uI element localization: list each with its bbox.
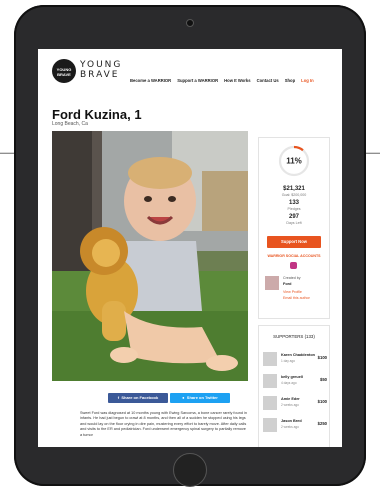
share-facebook-button[interactable]: f Share on Facebook	[108, 393, 168, 403]
social-accounts-label: WARRIOR SOCIAL ACCOUNTS	[267, 254, 321, 258]
share-facebook-label: Share on Facebook	[121, 395, 159, 400]
avatar	[263, 396, 277, 410]
supporter-name: Amie Eder	[281, 397, 300, 401]
supporter-amount: $100	[317, 399, 327, 404]
nav-contact-us[interactable]: Contact Us	[257, 78, 279, 83]
supporter-row: Jason Bred 2 weeks ago $250	[263, 418, 327, 434]
share-twitter-label: Share on Twitter	[186, 395, 218, 400]
nav-support-warrior[interactable]: Support a WARRIOR	[177, 78, 218, 83]
supporter-row: Karen Chaddenton 1 day ago $100	[263, 352, 327, 368]
supporter-row: kelly greuell 4 days ago $50	[263, 374, 327, 390]
pledges-label: Pledges	[287, 207, 301, 211]
avatar	[263, 418, 277, 432]
supporter-time: 2 weeks ago	[281, 425, 299, 429]
supporter-amount: $100	[317, 355, 327, 360]
supporter-time: 2 weeks ago	[281, 403, 299, 407]
supporter-name: kelly greuell	[281, 375, 303, 379]
email-author-link[interactable]: Email this author	[283, 296, 310, 300]
avatar	[263, 374, 277, 388]
support-now-button[interactable]: Support Now	[267, 236, 321, 248]
supporter-amount: $250	[317, 421, 327, 426]
logo-text[interactable]: YOUNG BRAVE	[80, 60, 122, 80]
funding-panel: 11% $21,321 Goal: $200,000 133 Pledges 2…	[258, 137, 330, 319]
creator-name: Ford	[283, 282, 292, 286]
nav-shop[interactable]: Shop	[285, 78, 295, 83]
tablet-screen: YOUNG BRAVE YOUNG BRAVE Become a WARRIOR…	[38, 49, 342, 447]
nav-login[interactable]: Log In	[301, 78, 314, 83]
site-header: YOUNG BRAVE YOUNG BRAVE Become a WARRIOR…	[38, 49, 342, 93]
story-text: Sweet Ford was diagnosed at 10 months yo…	[80, 411, 247, 437]
logo-line-2: BRAVE	[80, 70, 120, 80]
home-button[interactable]	[173, 453, 207, 487]
supporter-name: Jason Bred	[281, 419, 302, 423]
progress-ring: 11%	[278, 145, 310, 177]
instagram-icon[interactable]	[290, 262, 297, 269]
percent-funded: 11%	[286, 157, 302, 166]
creator-card: Created by Ford View Profile Email this …	[265, 276, 325, 310]
supporter-name: Karen Chaddenton	[281, 353, 315, 357]
supporters-panel: SUPPORTERS (133) Karen Chaddenton 1 day …	[258, 325, 330, 447]
supporter-row: Amie Eder 2 weeks ago $100	[263, 396, 327, 412]
avatar	[263, 352, 277, 366]
logo-badge[interactable]: YOUNG BRAVE	[52, 59, 76, 83]
location-text: Long Beach, Ca	[52, 121, 88, 127]
tablet-frame: YOUNG BRAVE YOUNG BRAVE Become a WARRIOR…	[14, 5, 366, 487]
supporters-title: SUPPORTERS (133)	[273, 334, 315, 339]
supporter-time: 4 days ago	[281, 381, 297, 385]
camera-icon	[186, 19, 194, 27]
creator-avatar[interactable]	[265, 276, 279, 290]
share-twitter-button[interactable]: ● Share on Twitter	[170, 393, 230, 403]
view-profile-link[interactable]: View Profile	[283, 290, 302, 294]
amount-raised: $21,321	[283, 186, 305, 192]
page-title: Ford Kuzina, 1	[52, 107, 142, 122]
pledges-count: 133	[288, 200, 299, 206]
logo-line-1: YOUNG	[80, 60, 123, 70]
goal-text: Goal: $200,000	[281, 193, 307, 197]
nav-become-warrior[interactable]: Become a WARRIOR	[130, 78, 171, 83]
supporter-time: 1 day ago	[281, 359, 296, 363]
main-nav: Become a WARRIOR Support a WARRIOR How I…	[130, 78, 314, 83]
nav-how-it-works[interactable]: How It Works	[224, 78, 250, 83]
supporter-amount: $50	[320, 377, 327, 382]
days-left-label: Days Left	[286, 221, 302, 225]
days-left-count: 297	[288, 214, 299, 220]
warrior-photo	[52, 131, 248, 381]
created-by-label: Created by	[283, 276, 301, 280]
